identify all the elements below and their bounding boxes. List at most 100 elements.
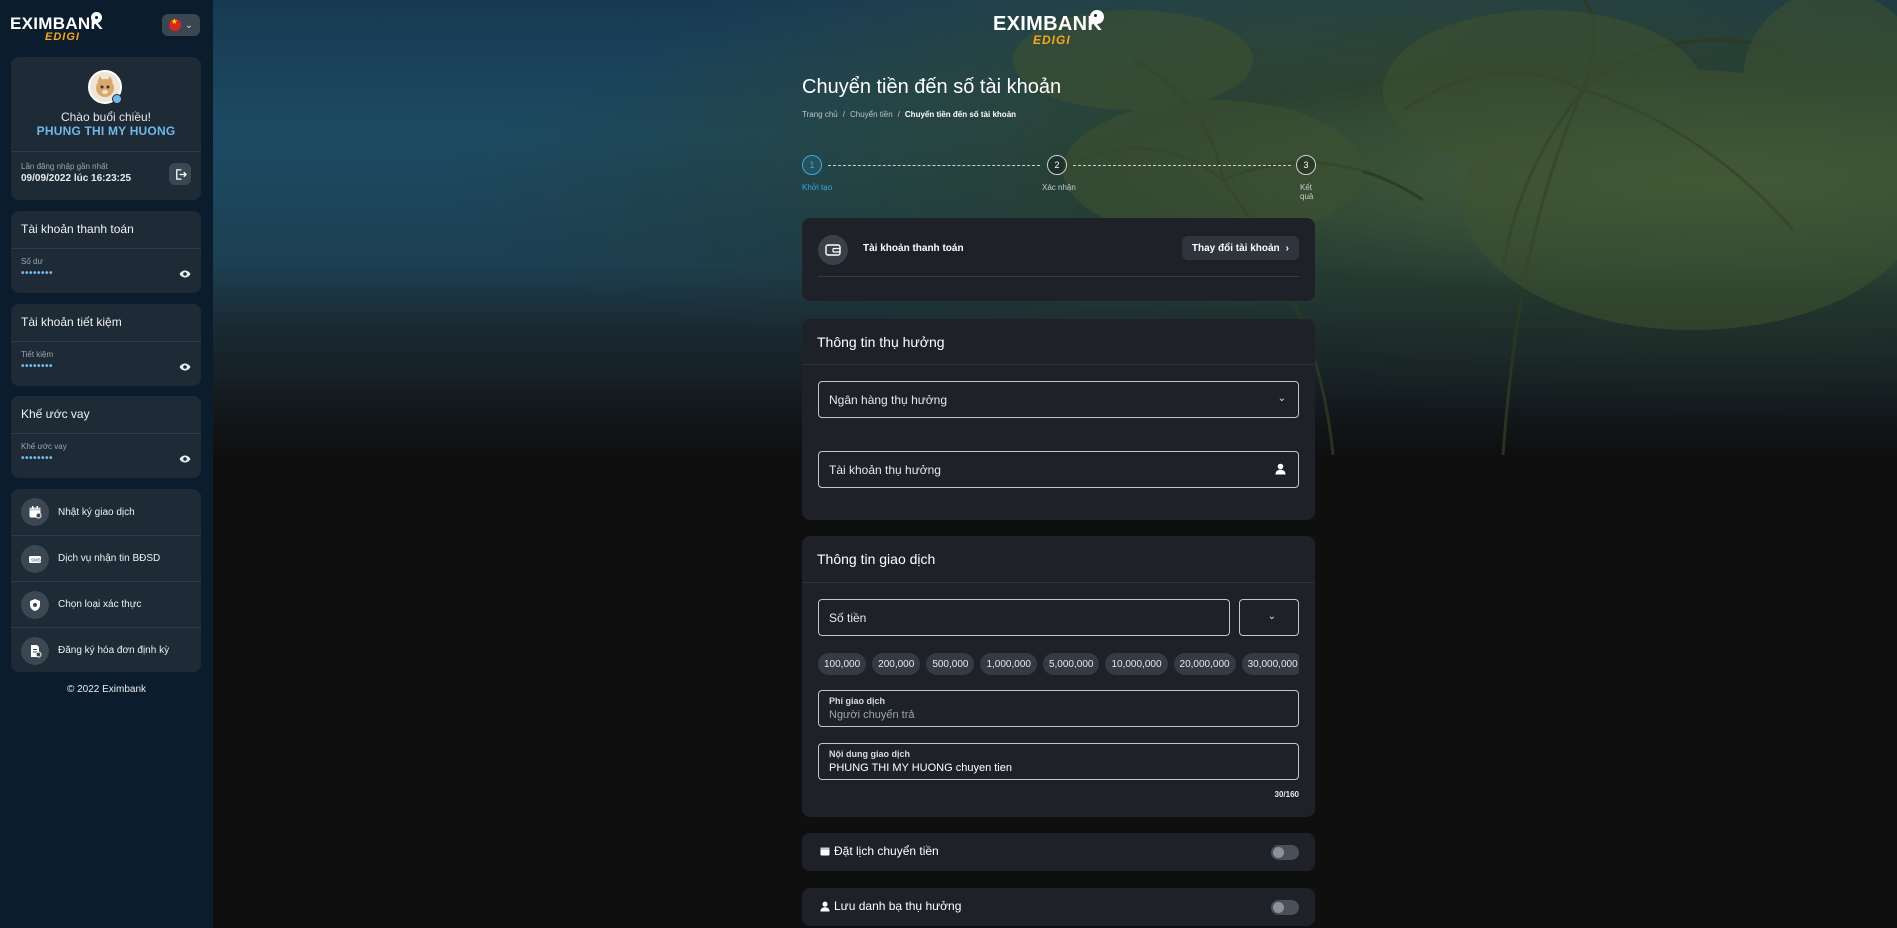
sidebar: EXIMBANK EDIGI ⌄ Chào buổi chiều! PHUNG …	[0, 0, 213, 928]
bank-select-placeholder: Ngân hàng thụ hưởng	[829, 393, 947, 407]
menu-item-recurring-bill[interactable]: Đăng ký hóa đơn định kỳ	[11, 627, 201, 673]
save-beneficiary-row: Lưu danh bạ thụ hưởng	[802, 888, 1315, 926]
loan-contract-card[interactable]: Khế ước vay Khế ước vay ••••••••	[11, 396, 201, 478]
amount-input[interactable]: Số tiền	[818, 599, 1230, 636]
fee-value: Người chuyển trả	[829, 709, 915, 721]
panel-divider	[802, 582, 1315, 583]
menu-item-transaction-log[interactable]: Nhật ký giao dịch	[11, 489, 201, 535]
last-login-label: Lần đăng nhập gần nhất	[21, 162, 108, 171]
last-login-time: 09/09/2022 lúc 16:23:25	[21, 173, 132, 184]
step-2-label: Xác nhận	[1042, 183, 1076, 192]
quick-amount-chip[interactable]: 20,000,000	[1173, 653, 1236, 675]
step-connector	[828, 165, 1040, 166]
step-3-label: Kết quả	[1300, 183, 1314, 201]
change-account-button[interactable]: Thay đổi tài khoản ›	[1181, 236, 1299, 260]
schedule-transfer-toggle[interactable]	[1271, 845, 1299, 860]
bill-icon	[21, 636, 49, 665]
account-balance-hidden: ••••••••	[21, 268, 54, 279]
card-divider	[11, 433, 201, 434]
quick-amount-chip[interactable]: 1,000,000	[980, 653, 1037, 675]
save-beneficiary-toggle[interactable]	[1271, 900, 1299, 915]
save-beneficiary-label: Lưu danh bạ thụ hưởng	[820, 899, 961, 913]
language-selector[interactable]: ⌄	[162, 14, 200, 36]
account-title: Khế ước vay	[21, 407, 90, 421]
quick-amount-list: 100,000 200,000 500,000 1,000,000 5,000,…	[818, 653, 1299, 675]
step-1-indicator: 1	[802, 155, 822, 175]
profile-divider	[11, 151, 201, 152]
step-connector	[1073, 165, 1291, 166]
chevron-down-icon: ⌄	[184, 19, 194, 31]
menu-label: Chọn loại xác thực	[58, 599, 142, 610]
menu-label: Dịch vụ nhận tin BĐSD	[58, 553, 161, 564]
quick-amount-chip[interactable]: 30,000,000	[1241, 653, 1299, 675]
quick-amount-chip[interactable]: 10,000,000	[1105, 653, 1168, 675]
chevron-right-icon: ›	[1285, 242, 1289, 254]
beneficiary-bank-select[interactable]: Ngân hàng thụ hưởng ⌄	[818, 381, 1299, 418]
quick-amount-chip[interactable]: 200,000	[872, 653, 921, 675]
quick-menu: Nhật ký giao dịch SMS Dịch vụ nhận tin B…	[11, 489, 201, 672]
logo-sub-text: EDIGI	[1033, 33, 1071, 47]
account-title: Tài khoản thanh toán	[21, 222, 134, 236]
logo-ball-icon	[1090, 10, 1104, 24]
step-3-indicator: 3	[1296, 155, 1316, 175]
logo-ball-icon	[91, 12, 102, 23]
source-account-label: Tài khoản thanh toán	[863, 243, 964, 254]
quick-amount-chip[interactable]: 100,000	[818, 653, 867, 675]
content-value: PHUNG THI MY HUONG chuyen tien	[829, 762, 1012, 774]
quick-amount-chip[interactable]: 500,000	[926, 653, 975, 675]
beneficiary-account-input[interactable]: Tài khoản thụ hưởng	[818, 451, 1299, 488]
quick-amount-chip[interactable]: 5,000,000	[1042, 653, 1100, 675]
avatar[interactable]	[88, 70, 122, 104]
wallet-icon	[818, 235, 848, 265]
chevron-down-icon: ⌄	[1277, 393, 1286, 404]
contact-person-icon[interactable]	[1275, 463, 1286, 475]
user-name: PHUNG THI MY HUONG	[36, 124, 176, 138]
menu-item-balance-sms[interactable]: SMS Dịch vụ nhận tin BĐSD	[11, 535, 201, 581]
logout-button[interactable]	[169, 163, 191, 185]
progress-stepper: 1 2 3 Khởi tạo Xác nhận Kết quả	[802, 155, 1327, 201]
fee-label: Phí giao dịch	[829, 696, 886, 706]
source-account-panel: Tài khoản thanh toán Thay đổi tài khoản …	[802, 218, 1315, 301]
vietnam-flag-icon	[168, 17, 181, 31]
transaction-fee-field[interactable]: Phí giao dịch Người chuyển trả	[818, 690, 1299, 727]
account-input-placeholder: Tài khoản thụ hưởng	[829, 463, 941, 477]
greeting-text: Chào buổi chiều!	[60, 110, 152, 124]
transaction-content-field[interactable]: Nội dung giao dịch PHUNG THI MY HUONG ch…	[818, 743, 1299, 780]
change-account-label: Thay đổi tài khoản	[1191, 242, 1280, 254]
transaction-panel: Thông tin giao dịch Số tiền ⌄ 100,000 20…	[802, 536, 1315, 817]
breadcrumb-transfer[interactable]: Chuyển tiền	[850, 110, 893, 119]
eye-icon[interactable]	[179, 455, 191, 463]
account-title: Tài khoản tiết kiệm	[21, 315, 122, 329]
avatar-status-dot	[112, 94, 122, 104]
calendar-icon	[21, 498, 49, 526]
eximbank-logo[interactable]: EXIMBANK EDIGI	[10, 12, 110, 44]
chevron-down-icon: ⌄	[1267, 611, 1276, 622]
account-balance-hidden: ••••••••	[21, 453, 54, 464]
beneficiary-title: Thông tin thụ hưởng	[817, 334, 945, 350]
sms-icon: SMS	[21, 544, 49, 573]
logout-icon	[175, 168, 187, 180]
card-divider	[11, 341, 201, 342]
menu-item-auth-type[interactable]: Chọn loại xác thực	[11, 581, 201, 627]
account-label: Khế ước vay	[21, 442, 67, 451]
beneficiary-panel: Thông tin thụ hưởng Ngân hàng thụ hưởng …	[802, 319, 1315, 520]
transaction-title: Thông tin giao dịch	[817, 551, 936, 567]
profile-card: Chào buổi chiều! PHUNG THI MY HUONG Lần …	[11, 57, 201, 200]
breadcrumb-home[interactable]: Trang chủ	[802, 110, 838, 119]
payment-account-card[interactable]: Tài khoản thanh toán Số dư ••••••••	[11, 211, 201, 293]
content-label: Nội dung giao dịch	[829, 749, 910, 759]
account-label: Tiết kiệm	[21, 350, 54, 359]
person-icon	[820, 901, 830, 911]
breadcrumb-current: Chuyển tiền đến số tài khoản	[904, 110, 1017, 119]
currency-select[interactable]: ⌄	[1239, 599, 1299, 636]
amount-placeholder: Số tiền	[829, 611, 867, 625]
copyright-text: © 2022 Eximbank	[66, 684, 147, 695]
eye-icon[interactable]	[179, 363, 191, 371]
sidebar-brand-row: EXIMBANK EDIGI ⌄	[10, 12, 200, 44]
savings-account-card[interactable]: Tài khoản tiết kiệm Tiết kiệm ••••••••	[11, 304, 201, 386]
shield-icon	[21, 590, 49, 619]
character-counter: 30/160	[1274, 790, 1299, 799]
schedule-transfer-row: Đặt lịch chuyển tiền	[802, 833, 1315, 871]
eye-icon[interactable]	[179, 270, 191, 278]
breadcrumb-separator: /	[897, 110, 900, 119]
